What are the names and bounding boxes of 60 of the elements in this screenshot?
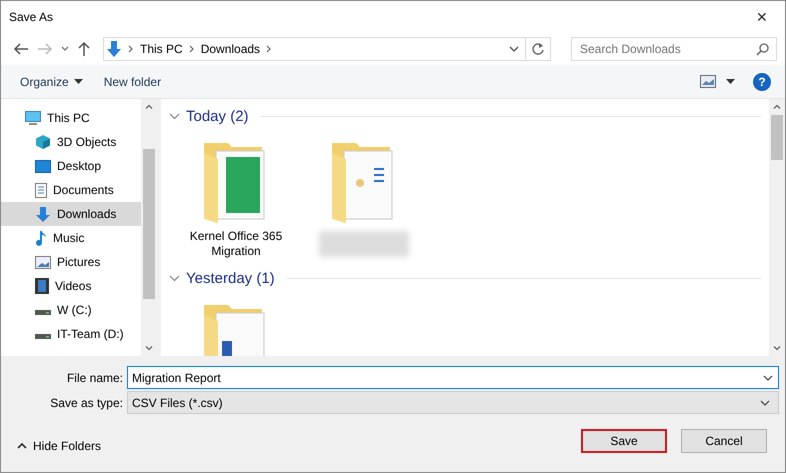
- scrollbar-thumb[interactable]: [143, 149, 155, 299]
- document-icon: [35, 182, 47, 198]
- monitor-icon: [25, 111, 41, 125]
- organize-button[interactable]: Organize: [11, 70, 78, 92]
- window-title: Save As: [9, 10, 54, 24]
- file-name-label: File name:: [66, 370, 123, 384]
- chevron-down-icon[interactable]: [61, 46, 69, 52]
- download-arrow-icon: [106, 40, 122, 58]
- sidebar-item[interactable]: Music: [1, 226, 141, 250]
- sidebar-item[interactable]: Pictures: [1, 250, 141, 274]
- film-icon: [35, 278, 49, 294]
- chevron-down-icon: [760, 400, 770, 406]
- file-name-field[interactable]: Migration Report: [127, 366, 779, 389]
- music-note-icon: [35, 230, 47, 246]
- breadcrumb-item[interactable]: This PC: [140, 42, 183, 56]
- sidebar-item[interactable]: Videos: [1, 274, 141, 298]
- monitor-icon: [35, 160, 51, 172]
- chevron-right-icon: [128, 44, 134, 52]
- sidebar-item[interactable]: This PC: [1, 106, 141, 130]
- up-arrow-icon[interactable]: [77, 40, 91, 56]
- dialog-button[interactable]: Save: [581, 429, 667, 453]
- dropdown-arrow-icon[interactable]: [74, 79, 83, 84]
- chevron-down-icon[interactable]: [763, 375, 773, 381]
- picture-icon: [35, 256, 51, 268]
- chevron-right-icon: [188, 44, 195, 52]
- download-arrow-icon: [35, 206, 51, 222]
- file-name: Kernel Office 365 Migration: [188, 229, 284, 259]
- group-header[interactable]: Yesterday (1): [186, 270, 275, 286]
- search-field[interactable]: Search Downloads: [571, 36, 777, 60]
- scrollbar-thumb[interactable]: [771, 115, 783, 160]
- scrollbar[interactable]: [769, 99, 785, 356]
- sidebar-item[interactable]: 3D Objects: [1, 130, 141, 154]
- sidebar-item[interactable]: W (C:): [1, 298, 141, 322]
- hide-folders-button[interactable]: Hide Folders: [11, 438, 108, 454]
- close-button[interactable]: ✕: [739, 1, 785, 32]
- sidebar-item[interactable]: Downloads: [1, 202, 141, 226]
- save-type-label: Save as type:: [49, 396, 123, 410]
- cube-icon: [35, 134, 51, 150]
- breadcrumb-item[interactable]: Downloads: [200, 42, 260, 56]
- sidebar-item[interactable]: Documents: [1, 178, 141, 202]
- address-bar[interactable]: This PC Downloads: [103, 36, 551, 60]
- sidebar-item[interactable]: IT-Team (D:): [1, 322, 141, 346]
- new-folder-button[interactable]: New folder: [94, 70, 170, 92]
- dialog-button[interactable]: Cancel: [681, 429, 767, 453]
- chevron-down-icon[interactable]: [169, 274, 180, 282]
- help-button[interactable]: ?: [753, 72, 771, 90]
- back-arrow-icon[interactable]: [13, 42, 29, 56]
- scrollbar[interactable]: [141, 99, 157, 356]
- dropdown-arrow-icon[interactable]: [726, 79, 735, 84]
- file-type-dropdown[interactable]: CSV Files (*.csv): [127, 391, 779, 414]
- chevron-right-icon: [266, 44, 272, 52]
- chevron-down-icon[interactable]: [509, 46, 519, 52]
- chevron-up-icon: [17, 443, 27, 449]
- group-header[interactable]: Today (2): [186, 108, 249, 124]
- view-icon[interactable]: [700, 75, 716, 88]
- sidebar-item[interactable]: Desktop: [1, 154, 141, 178]
- file-item[interactable]: Kernel Office 365 Migration: [177, 139, 295, 259]
- search-icon: [756, 42, 769, 56]
- chevron-down-icon[interactable]: [169, 112, 180, 120]
- refresh-icon[interactable]: [531, 42, 545, 56]
